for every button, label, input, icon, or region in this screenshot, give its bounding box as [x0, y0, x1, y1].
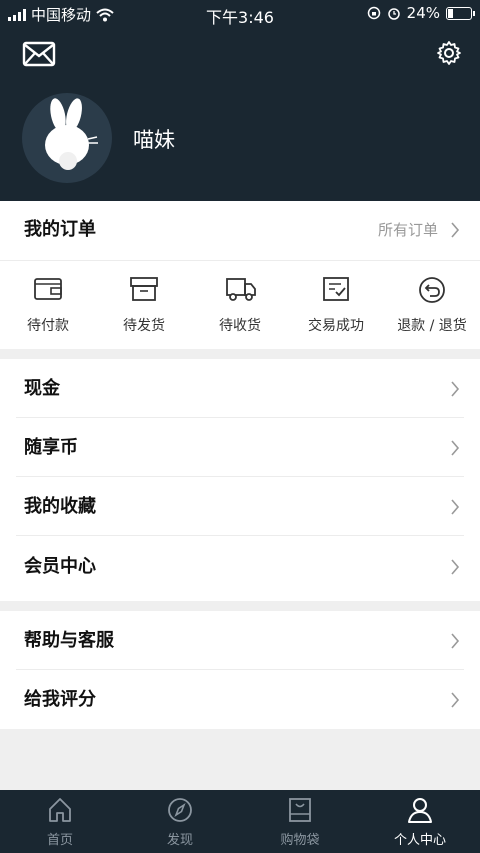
user-icon [408, 798, 432, 823]
menu-item-help[interactable]: 帮助与客服 [0, 612, 480, 670]
divider [16, 535, 464, 536]
check-doc-icon [323, 277, 349, 301]
tab-label: 个人中心 [393, 833, 446, 848]
all-orders-link[interactable]: 所有订单 [378, 201, 438, 259]
support-menu: 帮助与客服 给我评分 [0, 611, 480, 729]
orders-section-header[interactable]: 我的订单 所有订单 [0, 201, 480, 260]
chevron-right-icon [451, 633, 460, 649]
tab-label: 发现 [166, 833, 193, 848]
profile-header: 中国移动 下午3:46 24% 喵妹 [0, 0, 480, 201]
divider [16, 476, 464, 477]
alarm-icon [387, 8, 400, 20]
order-status-refund[interactable]: 退款 / 退货 [384, 261, 480, 350]
tab-shopping-bag[interactable]: 购物袋 [240, 790, 360, 853]
account-menu: 现金 随享币 我的收藏 会员中心 [0, 359, 480, 601]
menu-item-favorites[interactable]: 我的收藏 [0, 478, 480, 536]
chevron-right-icon [451, 559, 460, 575]
refund-icon [419, 277, 445, 303]
menu-item-label: 随享币 [24, 437, 78, 458]
order-status-to-receive[interactable]: 待收货 [192, 261, 288, 350]
menu-item-rate[interactable]: 给我评分 [0, 671, 480, 729]
menu-item-cash[interactable]: 现金 [0, 360, 480, 418]
chevron-right-icon [451, 222, 460, 238]
tab-profile[interactable]: 个人中心 [360, 790, 480, 853]
order-status-label: 待收货 [219, 318, 261, 334]
chevron-right-icon [451, 692, 460, 708]
order-status-completed[interactable]: 交易成功 [288, 261, 384, 350]
order-status-label: 交易成功 [308, 318, 364, 334]
compass-icon [168, 798, 192, 822]
tab-discover[interactable]: 发现 [120, 790, 240, 853]
bottom-tab-bar: 首页 发现 购物袋 个人中心 [0, 790, 480, 853]
menu-item-label: 帮助与客服 [24, 630, 114, 651]
order-status-label: 待付款 [27, 318, 69, 334]
menu-item-membership[interactable]: 会员中心 [0, 538, 480, 596]
menu-item-label: 会员中心 [24, 556, 96, 577]
menu-item-coins[interactable]: 随享币 [0, 419, 480, 477]
bunny-avatar-image [45, 98, 98, 170]
rotation-lock-icon [367, 6, 380, 20]
chevron-right-icon [451, 499, 460, 515]
user-nickname[interactable]: 喵妹 [133, 124, 175, 154]
order-status-unpaid[interactable]: 待付款 [0, 261, 96, 350]
truck-icon [226, 278, 256, 301]
battery-icon [446, 6, 475, 20]
home-icon [49, 798, 71, 822]
menu-item-label: 我的收藏 [24, 496, 96, 517]
order-status-to-ship[interactable]: 待发货 [96, 261, 192, 350]
bag-icon [289, 798, 311, 822]
chevron-right-icon [451, 381, 460, 397]
box-icon [130, 277, 158, 301]
divider [16, 669, 464, 670]
status-bar: 中国移动 下午3:46 24% [0, 0, 480, 28]
divider [16, 417, 464, 418]
menu-item-label: 现金 [24, 378, 60, 399]
menu-item-label: 给我评分 [24, 689, 96, 710]
wallet-icon [34, 278, 62, 300]
order-status-label: 退款 / 退货 [397, 318, 467, 334]
tab-label: 购物袋 [280, 833, 320, 848]
order-status-label: 待发货 [123, 318, 165, 334]
tab-home[interactable]: 首页 [0, 790, 120, 853]
battery-percent: 24% [406, 4, 440, 22]
chevron-right-icon [451, 440, 460, 456]
settings-gear-icon[interactable] [436, 40, 462, 66]
avatar[interactable] [22, 93, 112, 183]
orders-title: 我的订单 [24, 219, 96, 240]
order-status-bar: 待付款 待发货 待收货 交易成功 退款 / 退货 [0, 260, 480, 349]
tab-label: 首页 [46, 833, 73, 848]
mail-icon[interactable] [22, 40, 56, 68]
